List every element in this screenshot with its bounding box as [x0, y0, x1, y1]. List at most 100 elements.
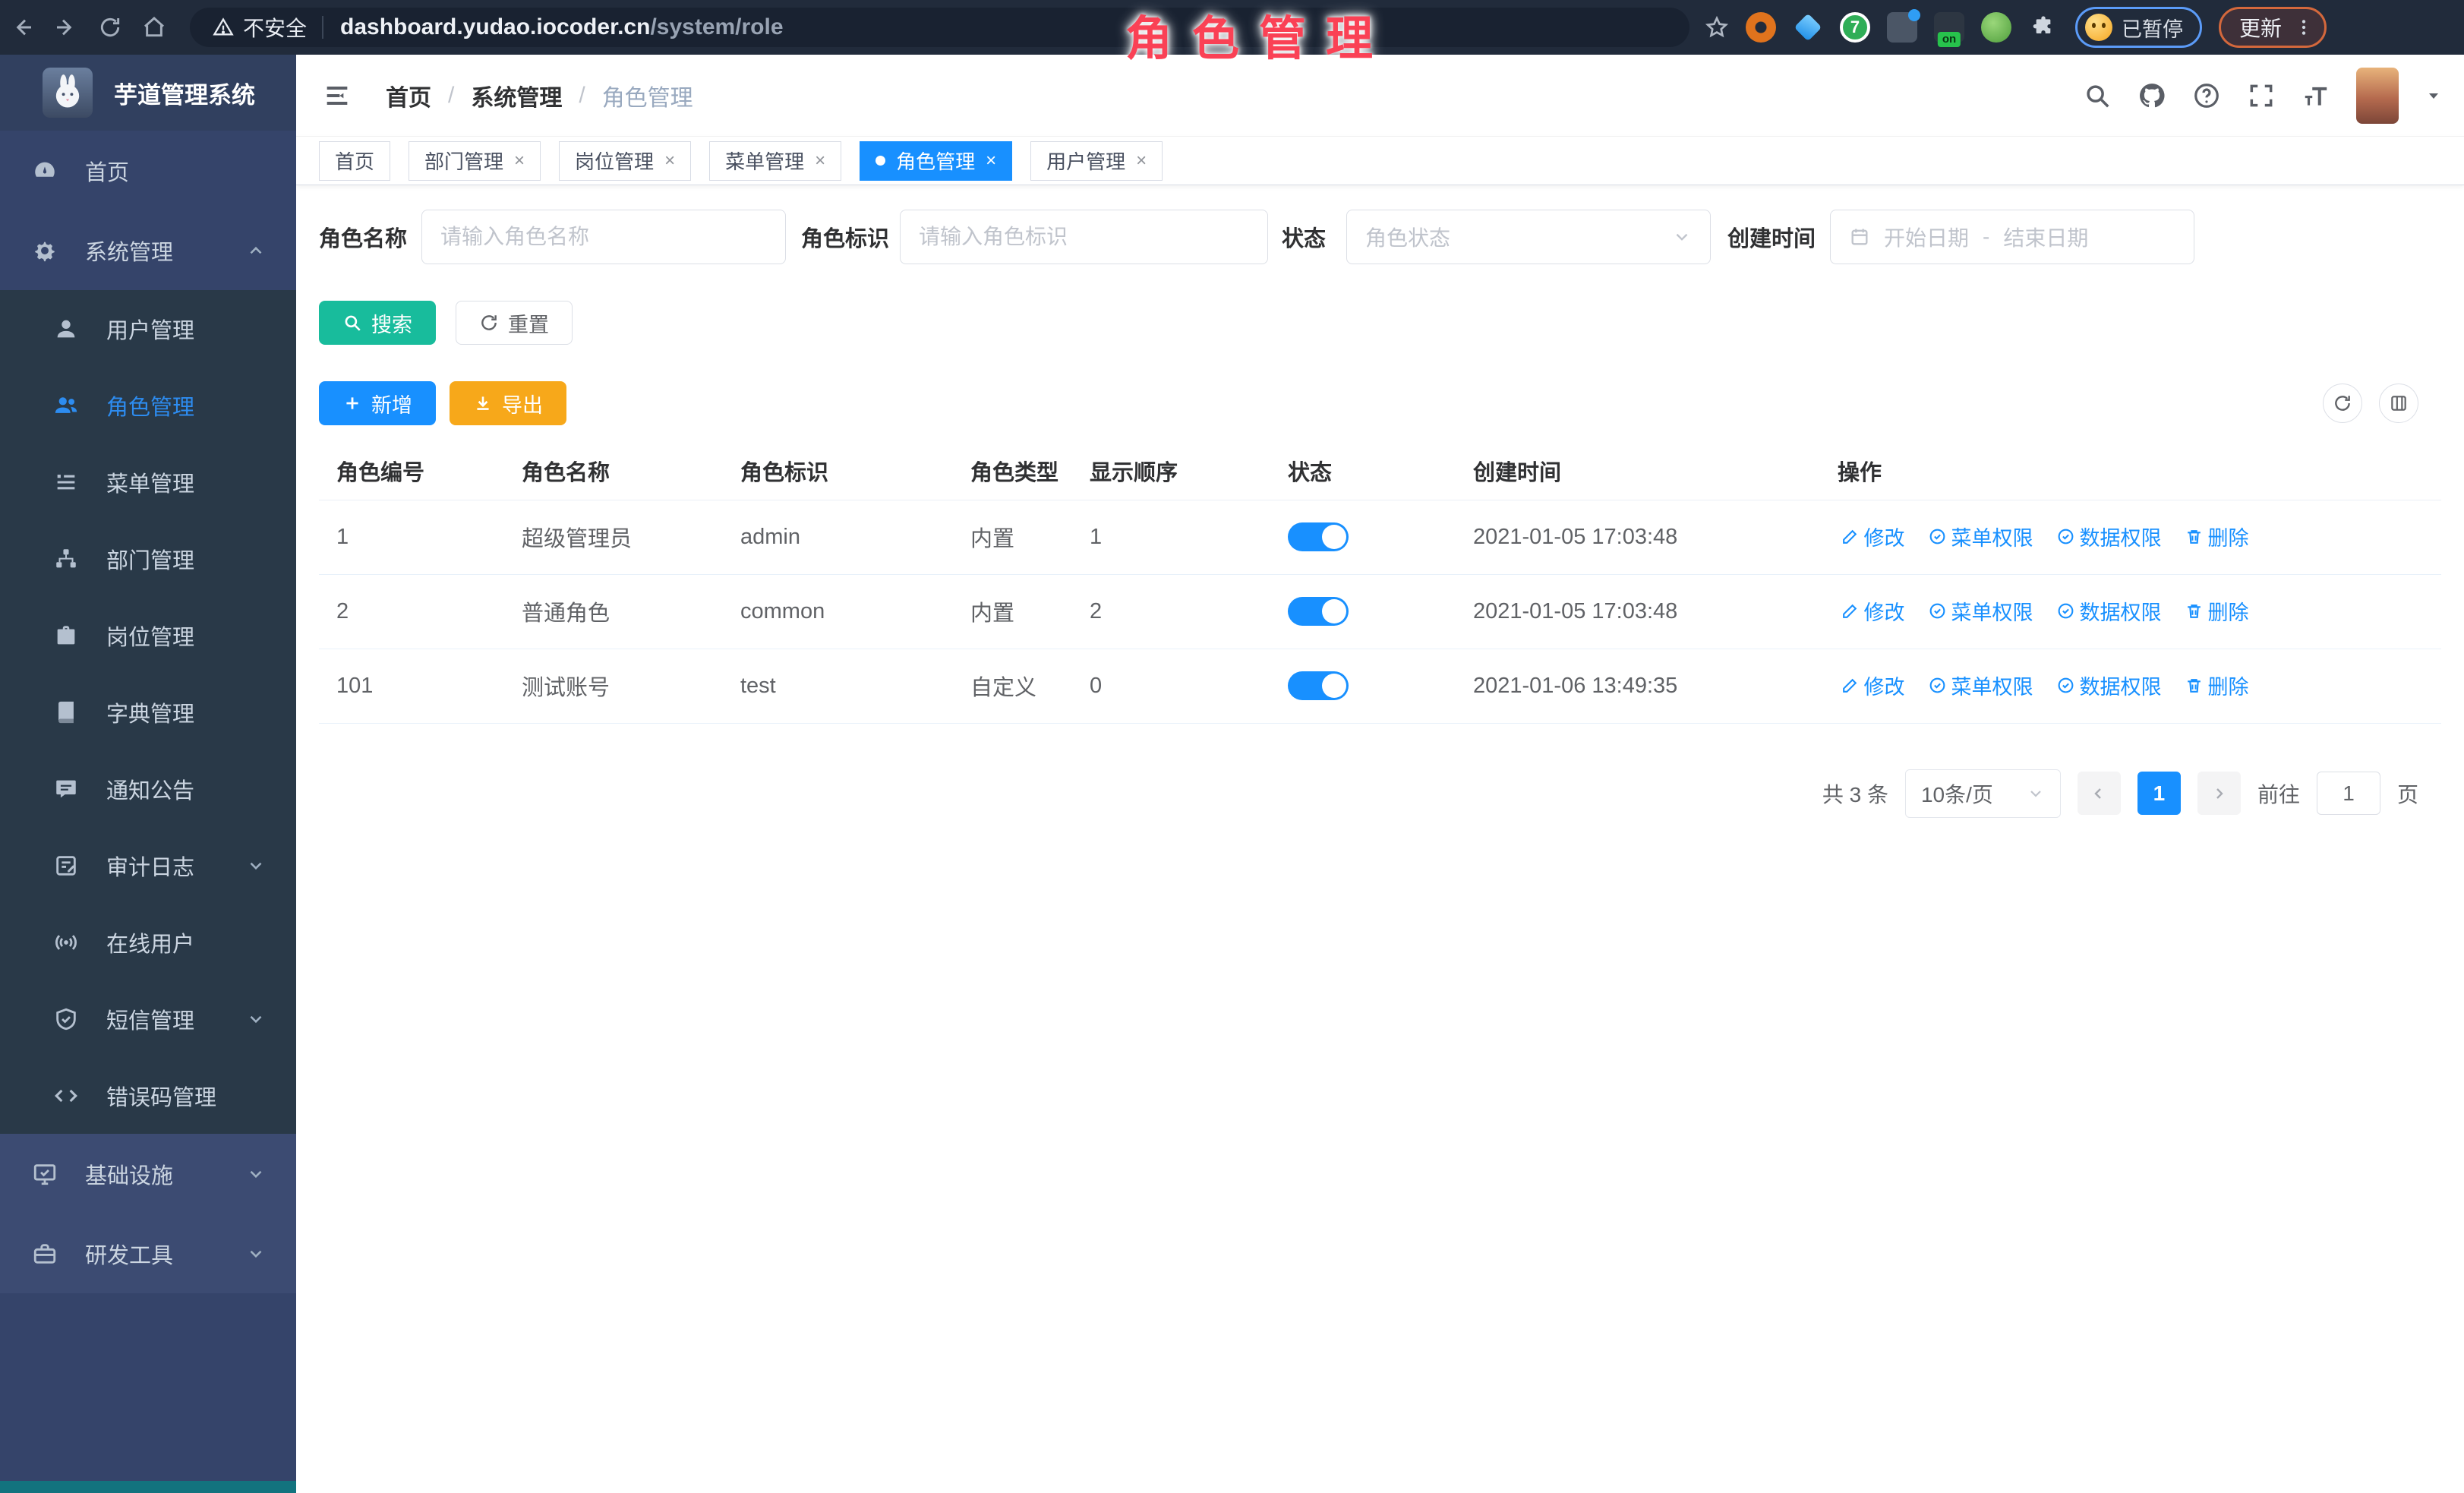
role-name-input[interactable]	[421, 210, 786, 264]
export-button[interactable]: 导出	[450, 381, 566, 425]
prev-page-button[interactable]	[2078, 772, 2121, 815]
sidebar-item-error-codes[interactable]: 错误码管理	[0, 1057, 296, 1134]
end-date-placeholder[interactable]: 结束日期	[2003, 222, 2088, 252]
role-key-input[interactable]	[900, 210, 1268, 264]
hamburger-icon[interactable]	[322, 80, 352, 111]
edit-link[interactable]: 修改	[1841, 671, 1905, 700]
menu-permission-link[interactable]: 菜单权限	[1928, 671, 2033, 700]
toolbox-icon	[32, 1241, 58, 1267]
delete-link[interactable]: 删除	[2185, 671, 2249, 700]
sidebar-item-infrastructure[interactable]: 基础设施	[0, 1134, 296, 1214]
tab-menus[interactable]: 菜单管理×	[709, 141, 841, 181]
circle-check-icon	[1928, 601, 1947, 620]
bookmark-star-icon[interactable]	[1705, 15, 1729, 39]
close-icon[interactable]: ×	[815, 150, 825, 172]
back-icon[interactable]	[0, 5, 44, 49]
breadcrumb-section[interactable]: 系统管理	[471, 79, 562, 112]
address-bar[interactable]: 不安全 dashboard.yudao.iocoder.cn/system/ro…	[190, 8, 1689, 47]
sidebar-item-home[interactable]: 首页	[0, 131, 296, 210]
status-select[interactable]: 角色状态	[1346, 210, 1711, 264]
search-button[interactable]: 搜索	[319, 301, 436, 345]
start-date-placeholder[interactable]: 开始日期	[1884, 222, 1969, 252]
tab-roles[interactable]: 角色管理×	[860, 141, 1012, 181]
browser-update-button[interactable]: 更新	[2219, 7, 2327, 48]
address-divider	[322, 16, 323, 39]
add-button[interactable]: 新增	[319, 381, 436, 425]
sidebar-item-online-users[interactable]: 在线用户	[0, 904, 296, 980]
next-page-button[interactable]	[2197, 772, 2241, 815]
close-icon[interactable]: ×	[986, 150, 996, 172]
data-permission-link[interactable]: 数据权限	[2056, 596, 2162, 626]
reload-icon[interactable]	[88, 5, 132, 49]
sidebar-item-label: 在线用户	[106, 926, 194, 958]
forward-icon[interactable]	[44, 5, 88, 49]
tags-view-bar: 首页 部门管理× 岗位管理× 菜单管理× 角色管理× 用户管理×	[296, 137, 2464, 185]
extension-icon-tampermonkey[interactable]: on	[1934, 12, 1964, 43]
extension-icon-badge[interactable]	[1887, 12, 1917, 43]
role-key-field[interactable]	[919, 225, 1249, 249]
extension-icon-leaf[interactable]	[1981, 12, 2011, 43]
sidebar-item-system[interactable]: 系统管理	[0, 210, 296, 290]
font-size-icon[interactable]	[2302, 81, 2330, 110]
extension-icon-gem[interactable]	[1793, 12, 1823, 43]
sidebar-item-departments[interactable]: 部门管理	[0, 520, 296, 597]
close-icon[interactable]: ×	[1136, 150, 1147, 172]
trash-icon	[2185, 601, 2204, 620]
data-permission-link[interactable]: 数据权限	[2056, 522, 2162, 551]
role-name-field[interactable]	[440, 225, 767, 249]
reset-button[interactable]: 重置	[456, 301, 573, 345]
status-toggle[interactable]	[1288, 597, 1349, 626]
status-toggle[interactable]	[1288, 671, 1349, 700]
goto-page-input[interactable]	[2317, 772, 2380, 815]
table-header-row: 角色编号 角色名称 角色标识 角色类型 显示顺序 状态 创建时间 操作	[319, 442, 2441, 500]
extension-icon-orange[interactable]	[1746, 12, 1776, 43]
tab-home[interactable]: 首页	[319, 141, 390, 181]
sidebar-item-users[interactable]: 用户管理	[0, 290, 296, 367]
insecure-warning-icon	[213, 17, 234, 38]
browser-menu-icon[interactable]	[2294, 17, 2314, 37]
chevron-down-icon	[1672, 227, 1692, 247]
close-icon[interactable]: ×	[514, 150, 525, 172]
fullscreen-icon[interactable]	[2247, 81, 2276, 110]
col-created: 创建时间	[1456, 442, 1820, 500]
sidebar-item-menus[interactable]: 菜单管理	[0, 443, 296, 520]
column-settings-button[interactable]	[2379, 384, 2418, 423]
edit-link[interactable]: 修改	[1841, 522, 1905, 551]
sidebar-item-audit-log[interactable]: 审计日志	[0, 827, 296, 904]
status-toggle[interactable]	[1288, 522, 1349, 551]
close-icon[interactable]: ×	[664, 150, 675, 172]
avatar-caret-icon[interactable]	[2425, 87, 2443, 105]
table-refresh-button[interactable]	[2323, 384, 2362, 423]
delete-link[interactable]: 删除	[2185, 596, 2249, 626]
tab-departments[interactable]: 部门管理×	[409, 141, 541, 181]
sidebar-item-roles[interactable]: 角色管理	[0, 367, 296, 443]
sidebar-item-notice[interactable]: 通知公告	[0, 750, 296, 827]
help-icon[interactable]	[2192, 81, 2221, 110]
extensions-puzzle-icon[interactable]	[2028, 12, 2059, 43]
tab-users[interactable]: 用户管理×	[1030, 141, 1163, 181]
date-range-picker[interactable]: 开始日期 - 结束日期	[1830, 210, 2194, 264]
user-avatar[interactable]	[2356, 68, 2399, 124]
data-permission-link[interactable]: 数据权限	[2056, 671, 2162, 700]
sidebar-item-dev-tools[interactable]: 研发工具	[0, 1214, 296, 1293]
tab-posts[interactable]: 岗位管理×	[559, 141, 691, 181]
chevron-down-icon	[246, 1164, 266, 1184]
home-icon[interactable]	[132, 5, 176, 49]
page-size-select[interactable]: 10条/页	[1905, 769, 2061, 818]
sidebar-item-dictionary[interactable]: 字典管理	[0, 674, 296, 750]
menu-permission-link[interactable]: 菜单权限	[1928, 522, 2033, 551]
header-search-icon[interactable]	[2083, 81, 2112, 110]
profile-paused-chip[interactable]: 已暂停	[2075, 7, 2202, 48]
page-number-active[interactable]: 1	[2137, 772, 2181, 815]
github-icon[interactable]	[2137, 81, 2166, 110]
url-path: /system/role	[650, 14, 783, 40]
book-icon	[53, 699, 79, 725]
delete-link[interactable]: 删除	[2185, 522, 2249, 551]
menu-permission-link[interactable]: 菜单权限	[1928, 596, 2033, 626]
extension-icon-green[interactable]: 7	[1840, 12, 1870, 43]
edit-link[interactable]: 修改	[1841, 596, 1905, 626]
breadcrumb-home[interactable]: 首页	[386, 79, 431, 112]
sidebar-item-sms[interactable]: 短信管理	[0, 980, 296, 1057]
sidebar-item-posts[interactable]: 岗位管理	[0, 597, 296, 674]
logo-row[interactable]: 芋道管理系统	[0, 55, 296, 131]
